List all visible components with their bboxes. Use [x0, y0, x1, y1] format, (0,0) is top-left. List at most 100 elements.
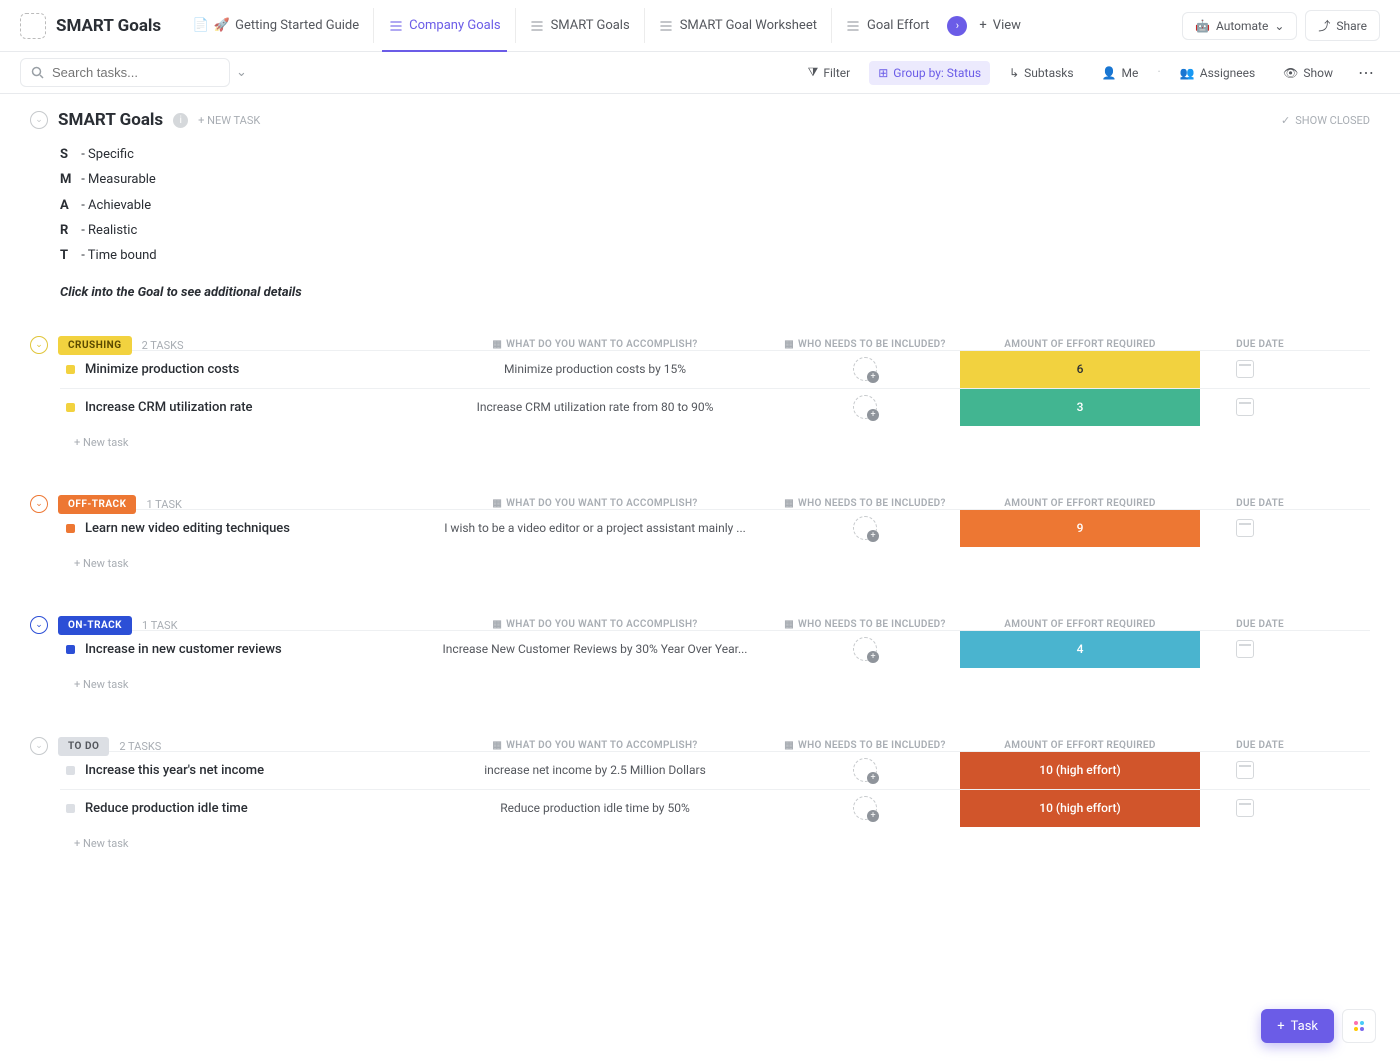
- effort-cell[interactable]: 9: [960, 510, 1200, 547]
- add-assignee-icon[interactable]: [853, 796, 877, 820]
- task-row[interactable]: Increase CRM utilization rate Increase C…: [60, 388, 1370, 426]
- subtask-icon: ↳: [1009, 66, 1019, 80]
- status-group: ⌄ OFF-TRACK 1 TASK ▦ WHAT DO YOU WANT TO…: [30, 491, 1370, 580]
- task-name: Minimize production costs: [85, 362, 239, 377]
- status-square-icon: [66, 403, 75, 412]
- effort-cell[interactable]: 10 (high effort): [960, 752, 1200, 789]
- tab-label: Goal Effort: [867, 18, 929, 33]
- task-name-cell[interactable]: Increase this year's net income: [60, 752, 420, 789]
- collapse-toggle[interactable]: ⌄: [30, 111, 48, 129]
- more-menu[interactable]: ⋯: [1352, 63, 1380, 82]
- subtasks-button[interactable]: ↳ Subtasks: [1000, 61, 1082, 85]
- effort-cell[interactable]: 3: [960, 389, 1200, 426]
- new-task-top[interactable]: + NEW TASK: [198, 114, 260, 127]
- due-cell[interactable]: [1200, 790, 1290, 827]
- group-by-button[interactable]: ⊞ Group by: Status: [869, 61, 990, 85]
- include-cell[interactable]: [770, 510, 960, 547]
- apps-button[interactable]: [1342, 1009, 1376, 1043]
- automate-button[interactable]: 🤖 Automate ⌄: [1182, 12, 1297, 40]
- task-row[interactable]: Minimize production costs Minimize produ…: [60, 350, 1370, 388]
- plus-icon: +: [979, 18, 986, 33]
- due-cell[interactable]: [1200, 631, 1290, 668]
- task-row[interactable]: Increase in new customer reviews Increas…: [60, 630, 1370, 668]
- group-icon: ⊞: [878, 66, 888, 80]
- due-cell[interactable]: [1200, 752, 1290, 789]
- section-header: ⌄ SMART Goals i + NEW TASK ✓ SHOW CLOSED: [30, 110, 1370, 130]
- due-cell[interactable]: [1200, 389, 1290, 426]
- info-icon[interactable]: i: [173, 113, 188, 128]
- task-row[interactable]: Reduce production idle time Reduce produ…: [60, 789, 1370, 827]
- new-task-row[interactable]: + New task: [68, 827, 1370, 860]
- add-assignee-icon[interactable]: [853, 516, 877, 540]
- workspace-icon: [20, 13, 46, 39]
- eye-icon: 👁: [1283, 66, 1298, 80]
- accomplish-cell[interactable]: Minimize production costs by 15%: [420, 351, 770, 388]
- filter-button[interactable]: ⧩ Filter: [799, 60, 860, 85]
- effort-cell[interactable]: 10 (high effort): [960, 790, 1200, 827]
- calendar-icon: [1236, 761, 1254, 779]
- add-assignee-icon[interactable]: [853, 637, 877, 661]
- task-name-cell[interactable]: Minimize production costs: [60, 351, 420, 388]
- due-cell[interactable]: [1200, 351, 1290, 388]
- floating-buttons: + Task: [1261, 1009, 1376, 1043]
- new-task-row[interactable]: + New task: [68, 426, 1370, 459]
- assignees-button[interactable]: 👥 Assignees: [1171, 61, 1264, 85]
- status-square-icon: [66, 365, 75, 374]
- tab-getting-started[interactable]: 📄 🚀 Getting Started Guide: [179, 8, 373, 43]
- accomplish-cell[interactable]: Increase CRM utilization rate from 80 to…: [420, 389, 770, 426]
- search-box[interactable]: ⌄: [20, 58, 230, 87]
- toolbar: ⌄ ⧩ Filter ⊞ Group by: Status ↳ Subtasks…: [0, 52, 1400, 94]
- task-row[interactable]: Increase this year's net income increase…: [60, 751, 1370, 789]
- tab-worksheet[interactable]: SMART Goal Worksheet: [644, 8, 831, 43]
- calendar-icon: [1236, 360, 1254, 378]
- accomplish-cell[interactable]: Reduce production idle time by 50%: [420, 790, 770, 827]
- group-collapse-toggle[interactable]: ⌄: [30, 616, 48, 634]
- include-cell[interactable]: [770, 389, 960, 426]
- effort-cell[interactable]: 6: [960, 351, 1200, 388]
- show-label: Show: [1303, 66, 1333, 80]
- accomplish-cell[interactable]: Increase New Customer Reviews by 30% Yea…: [420, 631, 770, 668]
- task-row[interactable]: Learn new video editing techniques I wis…: [60, 509, 1370, 547]
- new-task-row[interactable]: + New task: [68, 547, 1370, 580]
- tab-company-goals[interactable]: Company Goals: [373, 8, 514, 43]
- task-name-cell[interactable]: Increase in new customer reviews: [60, 631, 420, 668]
- doc-icon: 📄: [193, 18, 208, 33]
- due-cell[interactable]: [1200, 510, 1290, 547]
- people-icon: 👥: [1180, 66, 1195, 80]
- accomplish-cell[interactable]: increase net income by 2.5 Million Dolla…: [420, 752, 770, 789]
- me-label: Me: [1122, 66, 1139, 80]
- include-cell[interactable]: [770, 752, 960, 789]
- show-closed-button[interactable]: ✓ SHOW CLOSED: [1281, 114, 1370, 127]
- me-button[interactable]: 👤 Me: [1093, 61, 1148, 85]
- group-collapse-toggle[interactable]: ⌄: [30, 495, 48, 513]
- accomplish-cell[interactable]: I wish to be a video editor or a project…: [420, 510, 770, 547]
- search-input[interactable]: [52, 65, 228, 80]
- task-name-cell[interactable]: Learn new video editing techniques: [60, 510, 420, 547]
- group-collapse-toggle[interactable]: ⌄: [30, 336, 48, 354]
- add-assignee-icon[interactable]: [853, 758, 877, 782]
- new-task-float-button[interactable]: + Task: [1261, 1009, 1334, 1043]
- add-assignee-icon[interactable]: [853, 357, 877, 381]
- include-cell[interactable]: [770, 790, 960, 827]
- add-view-button[interactable]: + View: [967, 10, 1033, 41]
- instruction-text: Click into the Goal to see additional de…: [60, 285, 1370, 300]
- status-group: ⌄ TO DO 2 TASKS ▦ WHAT DO YOU WANT TO AC…: [30, 733, 1370, 860]
- calendar-icon: [1236, 799, 1254, 817]
- add-assignee-icon[interactable]: [853, 395, 877, 419]
- smart-row: R - Realistic: [60, 218, 1370, 243]
- share-button[interactable]: ⤴ Share: [1305, 10, 1380, 41]
- show-button[interactable]: 👁 Show: [1274, 61, 1342, 85]
- new-task-row[interactable]: + New task: [68, 668, 1370, 701]
- task-name-cell[interactable]: Increase CRM utilization rate: [60, 389, 420, 426]
- tab-goal-effort[interactable]: Goal Effort: [831, 8, 943, 43]
- tab-smart-goals[interactable]: SMART Goals: [515, 8, 644, 43]
- group-collapse-toggle[interactable]: ⌄: [30, 737, 48, 755]
- effort-cell[interactable]: 4: [960, 631, 1200, 668]
- task-name-cell[interactable]: Reduce production idle time: [60, 790, 420, 827]
- tabs-next-arrow[interactable]: ›: [947, 16, 967, 36]
- automate-label: Automate: [1216, 19, 1268, 33]
- status-square-icon: [66, 645, 75, 654]
- include-cell[interactable]: [770, 351, 960, 388]
- include-cell[interactable]: [770, 631, 960, 668]
- chevron-down-icon[interactable]: ⌄: [236, 65, 247, 80]
